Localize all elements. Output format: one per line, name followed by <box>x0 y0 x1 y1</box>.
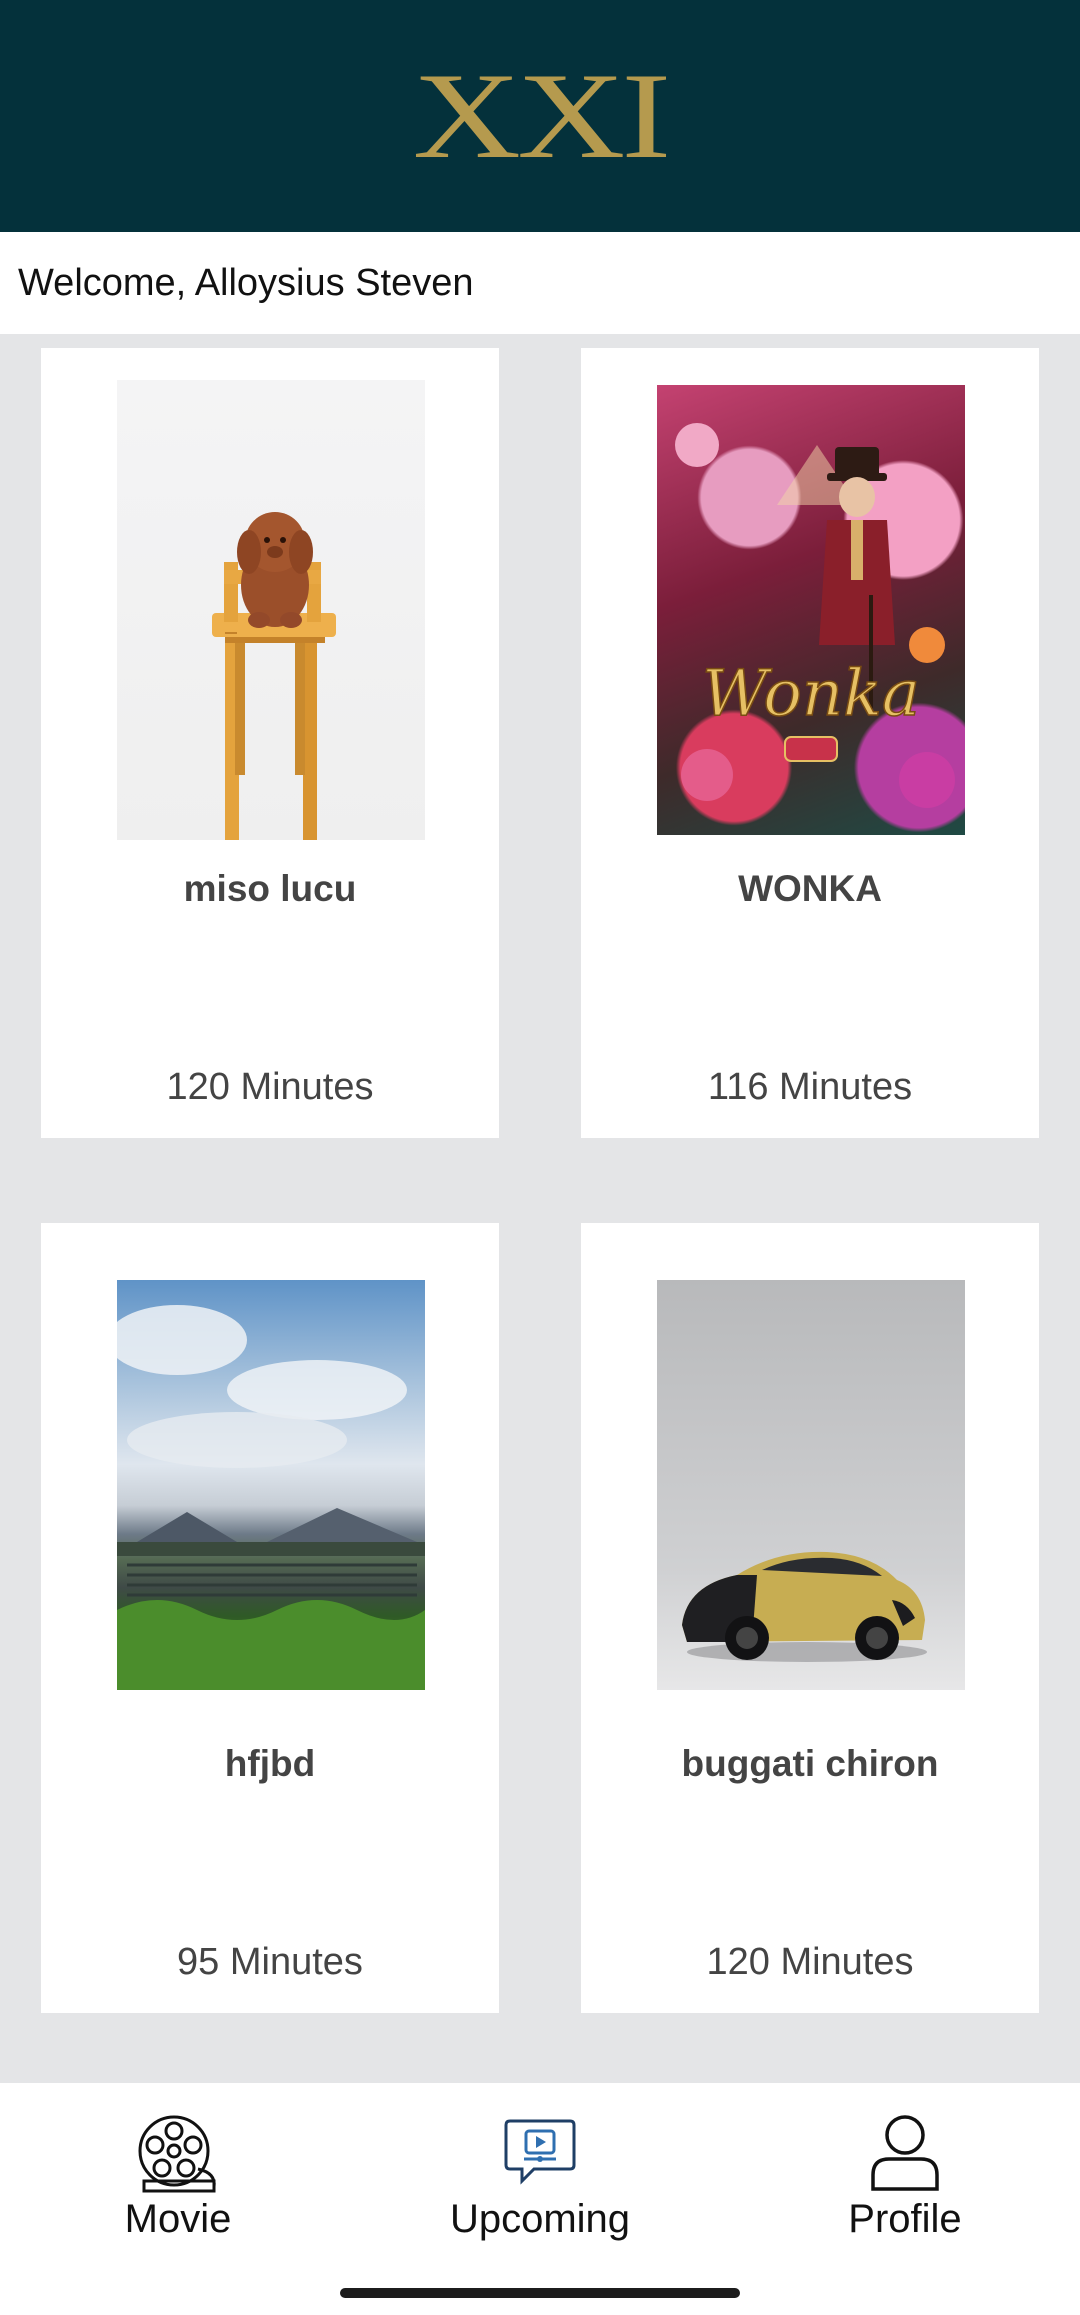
nav-tab-movie[interactable]: Movie <box>28 2111 328 2251</box>
svg-text:Wonka: Wonka <box>702 657 920 731</box>
film-reel-icon <box>138 2115 216 2193</box>
movie-poster <box>117 380 425 840</box>
movie-duration: 95 Minutes <box>177 1941 363 1983</box>
nav-label-movie: Movie <box>124 2197 232 2241</box>
movie-poster: Wonka <box>657 385 965 835</box>
movie-card-miso-lucu[interactable]: miso lucu 120 Minutes <box>41 348 499 1138</box>
nav-label-profile: Profile <box>848 2197 962 2241</box>
nav-tab-profile[interactable]: Profile <box>755 2111 1055 2251</box>
movie-card-wonka[interactable]: Wonka WONKA 116 Minutes <box>581 348 1039 1138</box>
movie-poster <box>657 1280 965 1690</box>
upcoming-screen-icon <box>504 2119 576 2185</box>
app-logo: XXI <box>412 47 672 185</box>
app-screen: XXI Welcome, Alloysius Steven miso lucu … <box>0 0 1080 2315</box>
movie-card-hfjbd[interactable]: hfjbd 95 Minutes <box>41 1223 499 2013</box>
movie-title: buggati chiron <box>681 1743 939 1784</box>
home-indicator[interactable] <box>340 2288 740 2298</box>
movie-duration: 116 Minutes <box>707 1066 913 1108</box>
movie-card-buggati-chiron[interactable]: buggati chiron 120 Minutes <box>581 1223 1039 2013</box>
movie-duration: 120 Minutes <box>706 1941 914 1983</box>
welcome-message: Welcome, Alloysius Steven <box>0 232 1080 334</box>
movie-duration: 120 Minutes <box>166 1066 374 1108</box>
movie-title: miso lucu <box>183 868 357 909</box>
profile-icon <box>871 2115 939 2191</box>
movie-title: hfjbd <box>224 1743 316 1784</box>
bottom-navigation: Movie Upcoming Profile <box>0 2083 1080 2315</box>
app-header: XXI <box>0 0 1080 232</box>
movie-poster <box>117 1280 425 1690</box>
movie-title: WONKA <box>738 868 882 909</box>
nav-label-upcoming: Upcoming <box>449 2197 631 2241</box>
nav-tab-upcoming[interactable]: Upcoming <box>390 2111 690 2251</box>
